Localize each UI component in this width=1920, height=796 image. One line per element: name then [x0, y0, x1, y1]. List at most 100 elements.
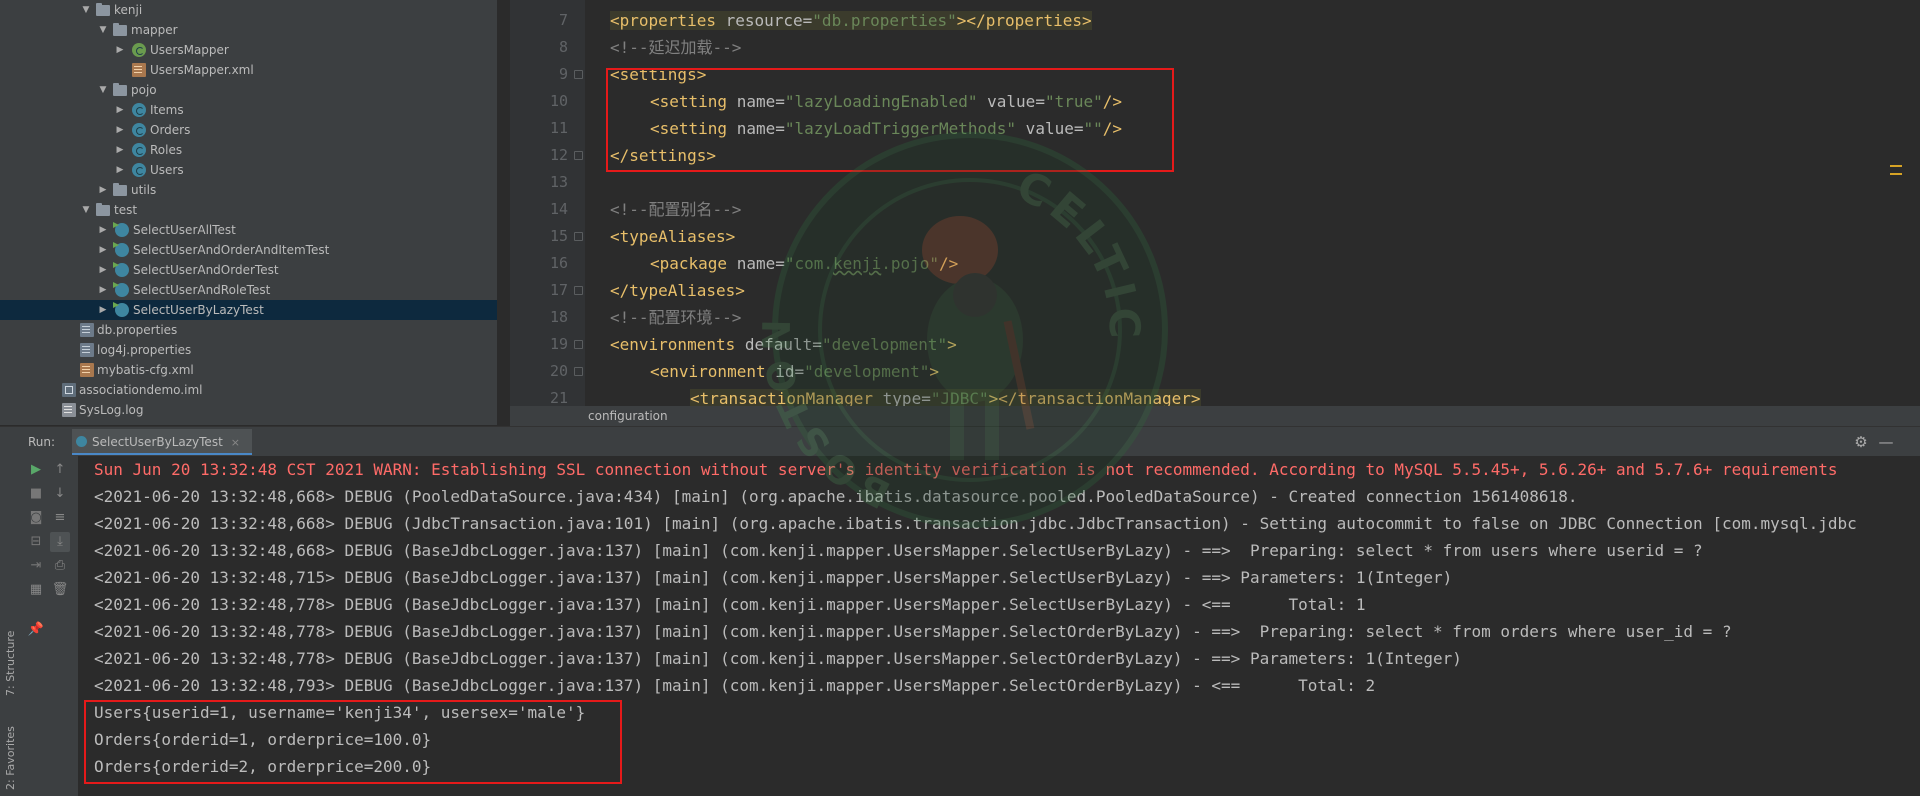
expand-arrow-icon[interactable]: ▶ — [114, 140, 126, 160]
test-class-icon — [115, 303, 129, 317]
rerun-icon[interactable]: ▶ — [26, 460, 46, 480]
fold-marker-icon[interactable] — [574, 70, 583, 79]
stop-icon[interactable]: ■ — [26, 484, 46, 504]
tree-item-selectuserandorderanditemtest[interactable]: ▶ SelectUserAndOrderAndItemTest — [0, 240, 497, 260]
print-icon[interactable]: ⎙ — [50, 556, 70, 576]
tree-item-users[interactable]: ▶ Users — [0, 160, 497, 180]
xml-tag: /> — [939, 254, 959, 273]
tree-item-associationdemo-iml[interactable]: associationdemo.iml — [0, 380, 497, 400]
class-icon — [132, 103, 146, 117]
warning-marker-icon[interactable] — [1890, 173, 1902, 175]
scroll-to-end-icon[interactable]: ⤓ — [50, 532, 70, 552]
expand-arrow-icon[interactable]: ▶ — [97, 300, 109, 320]
camera-icon[interactable]: ◙ — [26, 508, 46, 528]
gear-icon[interactable]: ⚙ — [1853, 434, 1869, 450]
line-number: 11 — [549, 119, 568, 137]
soft-wrap-icon[interactable]: ≡ — [50, 508, 70, 528]
expand-arrow-icon[interactable]: ▶ — [97, 280, 109, 300]
tree-item-usersmapper-xml[interactable]: UsersMapper.xml — [0, 60, 497, 80]
tree-item-mapper[interactable]: ▼ mapper — [0, 20, 497, 40]
tree-item-orders[interactable]: ▶ Orders — [0, 120, 497, 140]
xml-tag: > — [929, 362, 939, 381]
tree-item-items[interactable]: ▶ Items — [0, 100, 497, 120]
tree-item-label: test — [114, 203, 138, 217]
tree-item-selectuserandordertest[interactable]: ▶ SelectUserAndOrderTest — [0, 260, 497, 280]
code-line-15: <typeAliases> — [610, 227, 736, 246]
run-tab-selectuserbylazytest[interactable]: SelectUserByLazyTest × — [72, 429, 252, 455]
tree-item-label: associationdemo.iml — [79, 383, 203, 397]
expand-arrow-icon[interactable]: ▼ — [80, 0, 92, 20]
xml-tag: > — [947, 335, 957, 354]
warning-marker-icon[interactable] — [1890, 165, 1902, 167]
tree-item-selectuserbylazytest[interactable]: ▶ SelectUserByLazyTest — [0, 300, 497, 320]
class-icon — [132, 123, 146, 137]
tree-item-kenji[interactable]: ▼ kenji — [0, 0, 497, 20]
expand-arrow-icon[interactable]: ▶ — [97, 260, 109, 280]
code-line-7: <properties resource="db.properties"></p… — [610, 7, 1092, 34]
expand-arrow-icon[interactable]: ▶ — [114, 160, 126, 180]
tree-item-label: SelectUserAllTest — [133, 223, 236, 237]
folder-icon — [96, 203, 110, 216]
tree-item-label: Items — [150, 103, 184, 117]
fold-marker-icon[interactable] — [574, 286, 583, 295]
fold-marker-icon[interactable] — [574, 232, 583, 241]
tree-item-pojo[interactable]: ▼ pojo — [0, 80, 497, 100]
expand-arrow-icon[interactable]: ▶ — [114, 120, 126, 140]
console-line: <2021-06-20 13:32:48,668> DEBUG (JdbcTra… — [94, 514, 1857, 533]
left-tool-stripe: 7: Structure 2: Favorites — [0, 456, 23, 796]
pin-icon[interactable]: 📌 — [26, 620, 46, 640]
code-editor[interactable]: 7 8 9 10 11 12 13 14 15 16 17 18 19 20 2… — [510, 0, 1920, 406]
tree-item-label: UsersMapper.xml — [150, 63, 254, 77]
xml-value: "com. — [784, 254, 834, 273]
line-number: 7 — [558, 11, 568, 29]
console-line: <2021-06-20 13:32:48,793> DEBUG (BaseJdb… — [94, 676, 1376, 695]
line-number: 9 — [558, 65, 568, 83]
tree-item-syslog-log[interactable]: SysLog.log — [0, 400, 497, 420]
tree-item-log4j-properties[interactable]: log4j.properties — [0, 340, 497, 360]
expand-arrow-icon[interactable]: ▼ — [80, 200, 92, 220]
minimize-icon[interactable]: — — [1878, 434, 1894, 450]
expand-arrow-icon[interactable]: ▶ — [114, 40, 126, 60]
tree-item-selectuseralltest[interactable]: ▶ SelectUserAllTest — [0, 220, 497, 240]
login-icon[interactable]: ⇥ — [26, 556, 46, 576]
xml-attribute: name= — [727, 254, 785, 273]
tree-item-usersmapper[interactable]: ▶ UsersMapper — [0, 40, 497, 60]
console-line-warn: Sun Jun 20 13:32:48 CST 2021 WARN: Estab… — [94, 460, 1838, 479]
properties-file-icon — [80, 343, 94, 357]
folder-icon — [113, 23, 127, 36]
tree-item-label: SelectUserAndOrderTest — [133, 263, 279, 277]
tree-item-test[interactable]: ▼ test — [0, 200, 497, 220]
expand-arrow-icon[interactable]: ▶ — [97, 220, 109, 240]
run-toolbar: ▶ ↑ ■ ↓ ◙ ≡ ⊟ ⤓ ⇥ ⎙ ▦ 🗑 📌 — [22, 456, 78, 796]
expand-arrow-icon[interactable]: ▼ — [97, 80, 109, 100]
expand-arrow-icon[interactable]: ▼ — [97, 20, 109, 40]
line-number: 21 — [549, 389, 568, 406]
interface-icon — [132, 43, 146, 57]
breadcrumb-item[interactable]: configuration — [588, 406, 668, 426]
fold-marker-icon[interactable] — [574, 151, 583, 160]
layout-icon[interactable]: ▦ — [26, 580, 46, 600]
scroll-down-icon[interactable]: ↓ — [50, 484, 70, 504]
scroll-up-icon[interactable]: ↑ — [50, 460, 70, 480]
tree-item-label: utils — [131, 183, 157, 197]
exit-icon[interactable]: ⊟ — [26, 532, 46, 552]
tree-item-roles[interactable]: ▶ Roles — [0, 140, 497, 160]
favorites-tool-window-button[interactable]: 2: Favorites — [4, 726, 17, 790]
folder-icon — [113, 83, 127, 96]
fold-marker-icon[interactable] — [574, 340, 583, 349]
structure-tool-window-button[interactable]: 7: Structure — [4, 631, 17, 696]
close-tab-icon[interactable]: × — [231, 436, 240, 449]
code-line-16: <package name="com.kenji.pojo"/> — [650, 250, 958, 277]
tree-item-mybatis-cfg-xml[interactable]: mybatis-cfg.xml — [0, 360, 497, 380]
log-file-icon — [62, 403, 76, 417]
fold-marker-icon[interactable] — [574, 367, 583, 376]
tree-item-selectuserandroletest[interactable]: ▶ SelectUserAndRoleTest — [0, 280, 497, 300]
xml-attribute: id= — [765, 362, 805, 381]
tree-item-db-properties[interactable]: db.properties — [0, 320, 497, 340]
expand-arrow-icon[interactable]: ▶ — [97, 180, 109, 200]
expand-arrow-icon[interactable]: ▶ — [97, 240, 109, 260]
console-line: <2021-06-20 13:32:48,715> DEBUG (BaseJdb… — [94, 568, 1453, 587]
tree-item-utils[interactable]: ▶ utils — [0, 180, 497, 200]
expand-arrow-icon[interactable]: ▶ — [114, 100, 126, 120]
trash-icon[interactable]: 🗑 — [50, 580, 70, 600]
